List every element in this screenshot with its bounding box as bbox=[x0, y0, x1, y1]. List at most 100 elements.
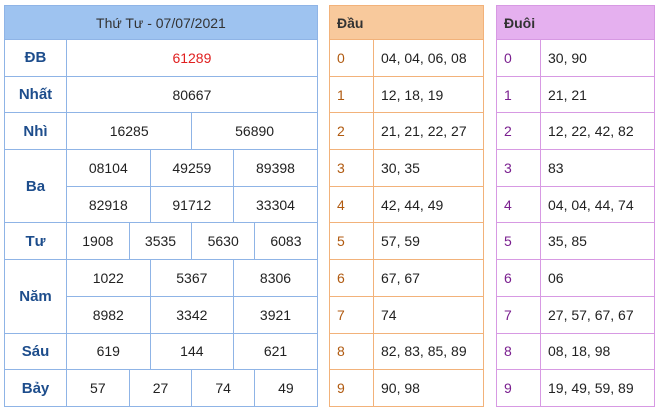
prize-number: 08104 bbox=[66, 149, 151, 187]
prize-number: 144 bbox=[149, 332, 235, 371]
prize-number: 91712 bbox=[149, 185, 235, 224]
prize-number: 5630 bbox=[191, 222, 256, 261]
head-digit: 9 bbox=[329, 369, 374, 407]
prize-number: 619 bbox=[66, 332, 151, 371]
head-header-row: Đầu bbox=[328, 5, 485, 40]
head-digit: 8 bbox=[329, 332, 374, 371]
head-digit: 0 bbox=[329, 39, 374, 77]
prize-number: 49 bbox=[254, 369, 318, 407]
tail-row: 1 21, 21 bbox=[496, 75, 656, 114]
tail-values: 04, 04, 44, 74 bbox=[539, 185, 656, 224]
prize-number: 33304 bbox=[233, 185, 318, 224]
tail-values: 19, 49, 59, 89 bbox=[539, 369, 656, 407]
tail-digit: 3 bbox=[496, 149, 541, 187]
tail-row: 0 30, 90 bbox=[496, 39, 656, 77]
prize-row-ba: Ba 08104 49259 89398 bbox=[4, 149, 318, 224]
tail-values: 83 bbox=[539, 149, 656, 187]
head-row: 1 12, 18, 19 bbox=[329, 75, 485, 114]
tail-values: 08, 18, 98 bbox=[539, 332, 656, 371]
tail-values: 06 bbox=[539, 259, 656, 297]
prize-row-bay: Bảy 57 27 74 49 bbox=[4, 369, 318, 407]
prize-number: 3921 bbox=[233, 295, 318, 334]
head-table: Đầu 0 04, 04, 06, 08 1 12, 18, 19 2 21, 21,… bbox=[328, 5, 485, 407]
tail-digit: 6 bbox=[496, 259, 541, 297]
tail-header-row: Đuôi bbox=[495, 5, 656, 40]
tail-row: 2 12, 22, 42, 82 bbox=[496, 112, 656, 151]
head-row: 8 82, 83, 85, 89 bbox=[329, 332, 485, 371]
tail-values: 27, 57, 67, 67 bbox=[539, 295, 656, 334]
tail-header: Đuôi bbox=[495, 5, 656, 40]
head-values: 67, 67 bbox=[372, 259, 485, 297]
head-digit: 3 bbox=[329, 149, 374, 187]
head-row: 7 74 bbox=[329, 295, 485, 334]
prize-number: 56890 bbox=[191, 112, 318, 151]
prize-label-nhat: Nhất bbox=[4, 75, 67, 114]
head-row: 9 90, 98 bbox=[329, 369, 485, 407]
tail-digit: 7 bbox=[496, 295, 541, 334]
prize-number: 621 bbox=[233, 332, 318, 371]
head-values: 12, 18, 19 bbox=[372, 75, 485, 114]
prize-number: 82918 bbox=[66, 185, 151, 224]
head-digit: 5 bbox=[329, 222, 374, 261]
prize-number: 1908 bbox=[66, 222, 130, 261]
head-digit: 1 bbox=[329, 75, 374, 114]
prize-number: 74 bbox=[191, 369, 256, 407]
prize-number: 80667 bbox=[66, 75, 318, 114]
head-values: 74 bbox=[372, 295, 485, 334]
result-table: Thứ Tư - 07/07/2021 ĐB 61289 Nhất 80667 … bbox=[4, 5, 318, 407]
prize-label-db: ĐB bbox=[4, 39, 67, 77]
prize-label-bay: Bảy bbox=[4, 369, 67, 407]
tail-row: 7 27, 57, 67, 67 bbox=[496, 295, 656, 334]
head-digit: 2 bbox=[329, 112, 374, 151]
result-header-row: Thứ Tư - 07/07/2021 bbox=[4, 5, 318, 40]
tail-digit: 4 bbox=[496, 185, 541, 224]
tail-digit: 8 bbox=[496, 332, 541, 371]
prize-row-sau: Sáu 619 144 621 bbox=[4, 332, 318, 371]
head-row: 0 04, 04, 06, 08 bbox=[329, 39, 485, 77]
prize-number: 6083 bbox=[254, 222, 318, 261]
head-digit: 4 bbox=[329, 185, 374, 224]
head-values: 04, 04, 06, 08 bbox=[372, 39, 485, 77]
prize-number: 8306 bbox=[233, 259, 318, 297]
tail-row: 3 83 bbox=[496, 149, 656, 187]
prize-label-nhi: Nhì bbox=[4, 112, 67, 151]
prize-number: 1022 bbox=[66, 259, 151, 297]
head-header: Đầu bbox=[328, 5, 485, 40]
head-row: 4 42, 44, 49 bbox=[329, 185, 485, 224]
prize-number: 8982 bbox=[66, 295, 151, 334]
tail-values: 30, 90 bbox=[539, 39, 656, 77]
prize-label-sau: Sáu bbox=[4, 332, 67, 371]
head-values: 82, 83, 85, 89 bbox=[372, 332, 485, 371]
head-digit: 7 bbox=[329, 295, 374, 334]
tail-digit: 1 bbox=[496, 75, 541, 114]
prize-row-db: ĐB 61289 bbox=[4, 39, 318, 77]
tail-values: 21, 21 bbox=[539, 75, 656, 114]
prize-label-nam: Năm bbox=[4, 259, 67, 334]
tail-table: Đuôi 0 30, 90 1 21, 21 2 12, 22, 42, 82 3 83… bbox=[495, 5, 656, 407]
prize-row-nam: Năm 1022 5367 8306 bbox=[4, 259, 318, 334]
prize-number: 5367 bbox=[149, 259, 235, 297]
prize-label-ba: Ba bbox=[4, 149, 67, 224]
prize-number: 61289 bbox=[66, 39, 318, 77]
tail-digit: 2 bbox=[496, 112, 541, 151]
tail-row: 5 35, 85 bbox=[496, 222, 656, 261]
prize-number: 27 bbox=[128, 369, 193, 407]
prize-label-tu: Tư bbox=[4, 222, 67, 261]
prize-number: 3535 bbox=[128, 222, 193, 261]
tail-row: 6 06 bbox=[496, 259, 656, 297]
tail-digit: 0 bbox=[496, 39, 541, 77]
head-values: 42, 44, 49 bbox=[372, 185, 485, 224]
prize-row-nhat: Nhất 80667 bbox=[4, 75, 318, 114]
head-values: 21, 21, 22, 27 bbox=[372, 112, 485, 151]
head-row: 6 67, 67 bbox=[329, 259, 485, 297]
prize-number: 49259 bbox=[149, 149, 235, 187]
head-row: 2 21, 21, 22, 27 bbox=[329, 112, 485, 151]
prize-number: 3342 bbox=[149, 295, 235, 334]
tail-digit: 5 bbox=[496, 222, 541, 261]
tail-values: 12, 22, 42, 82 bbox=[539, 112, 656, 151]
tail-row: 9 19, 49, 59, 89 bbox=[496, 369, 656, 407]
prize-number: 57 bbox=[66, 369, 130, 407]
head-values: 57, 59 bbox=[372, 222, 485, 261]
prize-number: 16285 bbox=[65, 112, 193, 151]
tail-row: 4 04, 04, 44, 74 bbox=[496, 185, 656, 224]
